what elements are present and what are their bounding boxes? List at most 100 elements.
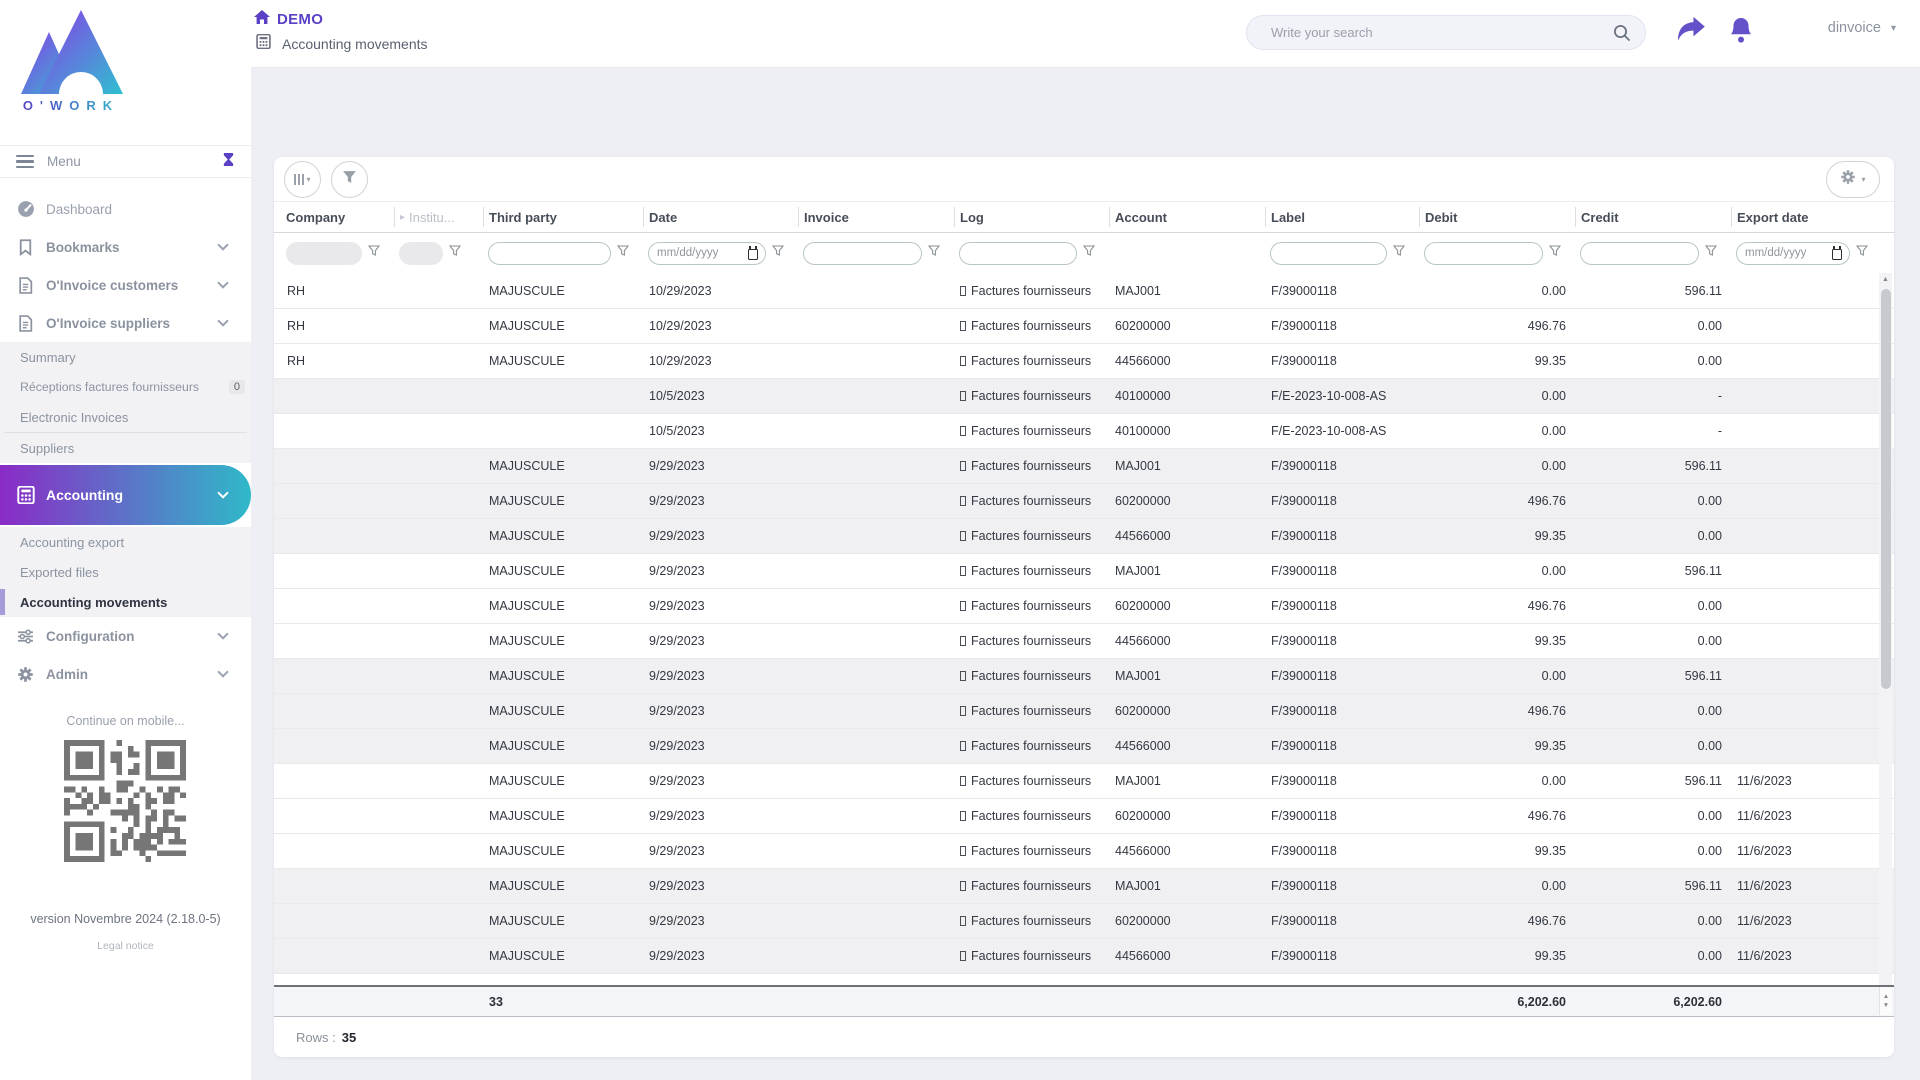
pin-sidebar-icon[interactable]: [222, 152, 235, 172]
log-text: Factures fournisseurs: [971, 319, 1091, 333]
filter-row: [274, 233, 1894, 273]
cell-label: F/39000118: [1265, 704, 1419, 718]
table-row[interactable]: MAJUSCULE 9/29/2023 Factures fournisseur…: [274, 483, 1894, 518]
sidebar-item-suppliers[interactable]: Suppliers: [0, 433, 251, 463]
funnel-icon[interactable]: [368, 244, 380, 262]
legal-notice-link[interactable]: Legal notice: [0, 940, 251, 952]
sidebar-item-oinvoice-suppliers[interactable]: O'Invoice suppliers: [0, 304, 251, 342]
cell-date: 9/29/2023: [643, 844, 798, 858]
table-row[interactable]: MAJUSCULE 9/29/2023 Factures fournisseur…: [274, 833, 1894, 868]
column-header-date[interactable]: Date: [643, 207, 798, 227]
column-header-invoice[interactable]: Invoice: [798, 207, 954, 227]
sidebar-item-label: Accounting export: [20, 535, 124, 550]
column-label: Credit: [1581, 210, 1619, 225]
sidebar-item-receptions-factures[interactable]: Réceptions factures fournisseurs 0: [0, 372, 251, 402]
column-header-export-date[interactable]: Export date: [1731, 207, 1882, 227]
filter-cell-debit: [1419, 242, 1575, 265]
calendar-icon[interactable]: [748, 249, 758, 260]
table-row[interactable]: MAJUSCULE 9/29/2023 Factures fournisseur…: [274, 868, 1894, 903]
app-logo[interactable]: O'WORK: [16, 10, 126, 113]
sidebar-item-configuration[interactable]: Configuration: [0, 617, 251, 655]
funnel-icon[interactable]: [1549, 244, 1561, 262]
column-chooser-button[interactable]: ▾: [284, 161, 321, 198]
cell-date: 10/5/2023: [643, 424, 798, 438]
table-row[interactable]: MAJUSCULE 9/29/2023 Factures fournisseur…: [274, 763, 1894, 798]
column-header-company[interactable]: Company: [281, 207, 394, 227]
sidebar-item-accounting-movements[interactable]: Accounting movements: [0, 587, 251, 617]
menu-toggle-row[interactable]: Menu: [0, 145, 251, 178]
funnel-icon[interactable]: [1393, 244, 1405, 262]
sidebar-item-oinvoice-customers[interactable]: O'Invoice customers: [0, 266, 251, 304]
share-icon[interactable]: [1676, 16, 1706, 47]
credit-filter-input[interactable]: [1580, 242, 1699, 265]
sidebar-item-accounting-export[interactable]: Accounting export: [0, 527, 251, 557]
table-row[interactable]: RH MAJUSCULE 10/29/2023 Factures fournis…: [274, 308, 1894, 343]
column-label: Debit: [1425, 210, 1458, 225]
search-input[interactable]: [1271, 16, 1601, 49]
calendar-icon[interactable]: [1832, 249, 1842, 260]
debit-filter-input[interactable]: [1424, 242, 1543, 265]
funnel-icon[interactable]: [1856, 244, 1868, 262]
funnel-icon[interactable]: [772, 244, 784, 262]
scrollbar-thumb[interactable]: [1881, 289, 1891, 689]
table-header-row: Company ▸Institu... Third party Date Inv…: [274, 202, 1894, 233]
scroll-up-icon[interactable]: ▲: [1879, 276, 1892, 283]
totals-credit: 6,202.60: [1575, 995, 1731, 1009]
funnel-icon[interactable]: [928, 244, 940, 262]
label-filter-input[interactable]: [1270, 242, 1387, 265]
sidebar-item-electronic-invoices[interactable]: Electronic Invoices: [0, 402, 251, 432]
scrollbar-end-buttons[interactable]: ▲ ▼: [1879, 987, 1892, 1015]
column-header-debit[interactable]: Debit: [1419, 207, 1575, 227]
table-row[interactable]: MAJUSCULE 9/29/2023 Factures fournisseur…: [274, 693, 1894, 728]
table-row[interactable]: MAJUSCULE 9/29/2023 Factures fournisseur…: [274, 658, 1894, 693]
cell-date: 9/29/2023: [643, 739, 798, 753]
funnel-icon[interactable]: [617, 244, 629, 262]
search-icon[interactable]: [1613, 24, 1631, 47]
filter-cell-invoice: [798, 242, 954, 265]
sidebar-item-label: Accounting: [46, 487, 123, 503]
table-row[interactable]: 10/5/2023 Factures fournisseurs 40100000…: [274, 413, 1894, 448]
funnel-icon[interactable]: [1705, 244, 1717, 262]
scroll-up-icon[interactable]: ▲: [1883, 993, 1889, 1000]
table-row[interactable]: MAJUSCULE 9/29/2023 Factures fournisseur…: [274, 798, 1894, 833]
sidebar-item-dashboard[interactable]: Dashboard: [0, 190, 251, 228]
cell-credit: 596.11: [1575, 564, 1731, 578]
invoice-filter-input[interactable]: [803, 242, 922, 265]
column-label: Invoice: [804, 210, 849, 225]
cell-third-party: MAJUSCULE: [483, 879, 643, 893]
column-header-credit[interactable]: Credit: [1575, 207, 1731, 227]
column-header-label[interactable]: Label: [1265, 207, 1419, 227]
filter-button[interactable]: [331, 161, 368, 198]
column-header-institution[interactable]: ▸Institu...: [394, 207, 483, 227]
table-row[interactable]: MAJUSCULE 9/29/2023 Factures fournisseur…: [274, 938, 1894, 973]
table-row[interactable]: MAJUSCULE 9/29/2023 Factures fournisseur…: [274, 448, 1894, 483]
sidebar-item-exported-files[interactable]: Exported files: [0, 557, 251, 587]
column-header-log[interactable]: Log: [954, 207, 1109, 227]
table-row[interactable]: MAJUSCULE 9/29/2023 Factures fournisseur…: [274, 728, 1894, 763]
table-row[interactable]: RH MAJUSCULE 10/29/2023 Factures fournis…: [274, 343, 1894, 378]
table-row[interactable]: MAJUSCULE 9/29/2023 Factures fournisseur…: [274, 518, 1894, 553]
column-header-third-party[interactable]: Third party: [483, 207, 643, 227]
sidebar-item-summary[interactable]: Summary: [0, 342, 251, 372]
table-row[interactable]: 10/5/2023 Factures fournisseurs 40100000…: [274, 378, 1894, 413]
funnel-icon[interactable]: [1083, 244, 1095, 262]
funnel-icon[interactable]: [449, 244, 461, 262]
vertical-scrollbar[interactable]: ▲: [1879, 273, 1892, 985]
table-settings-button[interactable]: ▾: [1826, 161, 1880, 198]
column-header-account[interactable]: Account: [1109, 207, 1265, 227]
user-menu[interactable]: dinvoice ▾: [1828, 20, 1896, 36]
scroll-down-icon[interactable]: ▼: [1883, 1002, 1889, 1009]
breadcrumb-root: DEMO: [277, 11, 323, 28]
sidebar-item-admin[interactable]: Admin: [0, 655, 251, 693]
table-row[interactable]: RH MAJUSCULE 10/29/2023 Factures fournis…: [274, 273, 1894, 308]
third-party-filter-input[interactable]: [488, 242, 611, 265]
sidebar-item-accounting[interactable]: Accounting: [0, 465, 251, 525]
table-row[interactable]: MAJUSCULE 9/29/2023 Factures fournisseur…: [274, 903, 1894, 938]
table-row[interactable]: MAJUSCULE 9/29/2023 Factures fournisseur…: [274, 553, 1894, 588]
breadcrumb[interactable]: DEMO: [254, 10, 323, 29]
bell-icon[interactable]: [1729, 16, 1753, 49]
table-row[interactable]: MAJUSCULE 9/29/2023 Factures fournisseur…: [274, 623, 1894, 658]
log-filter-input[interactable]: [959, 242, 1077, 265]
table-row[interactable]: MAJUSCULE 9/29/2023 Factures fournisseur…: [274, 588, 1894, 623]
sidebar-item-bookmarks[interactable]: Bookmarks: [0, 228, 251, 266]
